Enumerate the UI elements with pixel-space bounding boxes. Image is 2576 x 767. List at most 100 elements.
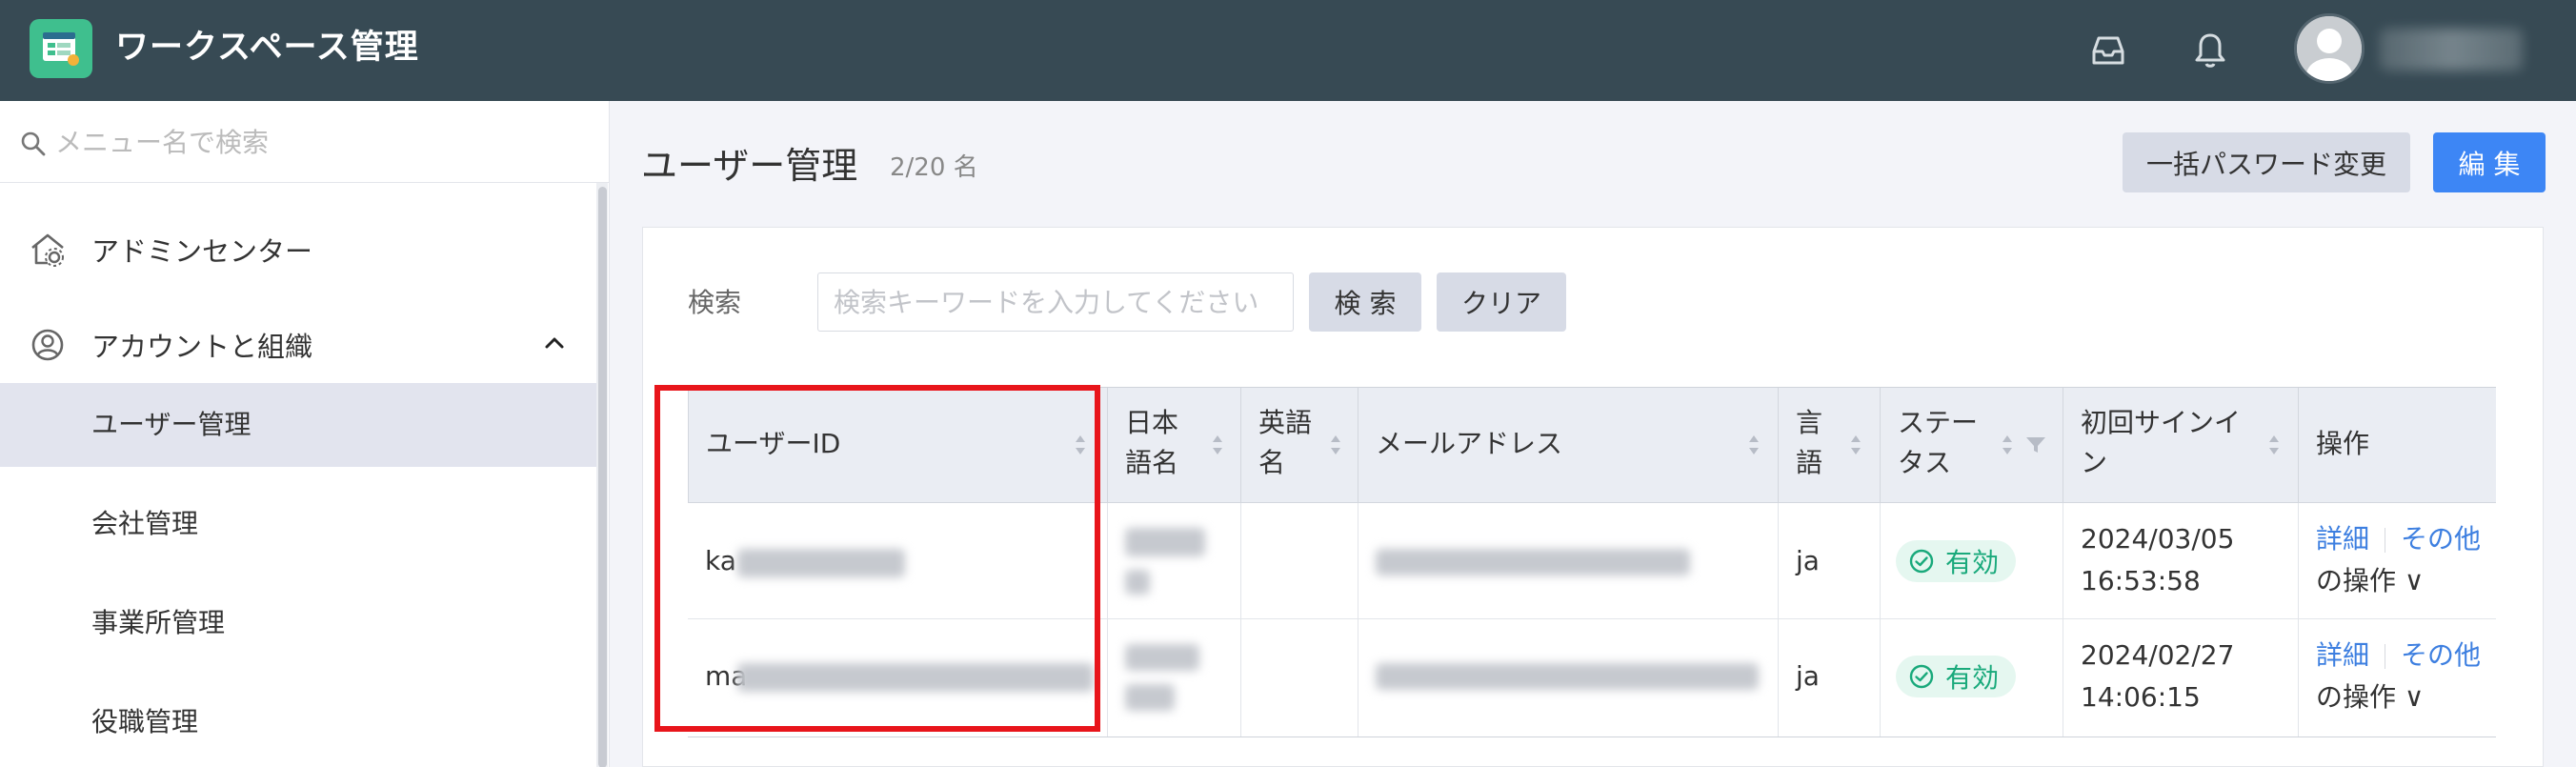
column-header-label: 初回サインイ (2081, 407, 2242, 438)
more-actions-dropdown[interactable]: の操作 ∨ (2316, 676, 2424, 718)
sort-icon[interactable] (2267, 432, 2281, 458)
column-header-japanese-name[interactable]: 日本 語名 (1108, 388, 1241, 503)
column-header-label: 日本 (1125, 407, 1179, 438)
status-text: 有効 (1945, 547, 2000, 578)
edit-button[interactable]: 編 集 (2433, 132, 2546, 192)
sidebar-scrollbar-thumb[interactable] (598, 187, 607, 767)
column-header-label: ユーザーID (706, 428, 841, 459)
table-cell-status: 有効 (1881, 503, 2063, 619)
workspace-logo-icon[interactable] (30, 19, 92, 78)
blurred-japanese-name (1125, 644, 1199, 671)
column-header-label: 語名 (1125, 447, 1179, 478)
sidebar-item-account-org[interactable]: アカウントと組織 (0, 303, 596, 387)
column-header-label: 名 (1258, 447, 1286, 478)
column-header-label: タス (1898, 447, 1952, 478)
status-badge: 有効 (1896, 656, 2017, 697)
user-avatar-icon[interactable] (2294, 13, 2365, 84)
language-value: ja (1796, 545, 1820, 576)
column-header-label: 語 (1796, 447, 1823, 478)
blurred-japanese-name (1125, 528, 1205, 556)
language-value: ja (1796, 660, 1820, 692)
sidebar-item-company-management[interactable]: 会社管理 (0, 482, 596, 566)
column-header-label: ステー (1898, 407, 1979, 438)
search-button[interactable]: 検 索 (1309, 272, 1421, 332)
table-cell-actions: 詳細 その他 の操作 ∨ (2299, 503, 2496, 619)
column-header-label: 言 (1796, 407, 1823, 438)
column-header-label: 英語 (1258, 407, 1313, 438)
first-signin-date: 2024/03/05 (2081, 523, 2235, 555)
table-cell-japanese-name (1108, 503, 1241, 619)
status-text: 有効 (1945, 662, 2000, 694)
table-cell-language: ja (1779, 619, 1881, 737)
blurred-user-id (737, 549, 905, 577)
blurred-email (1376, 549, 1690, 575)
inbox-icon[interactable] (2083, 25, 2134, 76)
table-cell-english-name (1241, 619, 1358, 737)
actions-line: 詳細 その他 (2316, 635, 2481, 676)
bell-icon[interactable] (2184, 25, 2236, 76)
search-icon (21, 131, 46, 156)
username-blurred[interactable] (2380, 29, 2523, 71)
blurred-japanese-name (1125, 570, 1150, 595)
details-link[interactable]: 詳細 (2316, 639, 2369, 671)
sidebar-item-office-management[interactable]: 事業所管理 (0, 581, 596, 665)
check-circle-icon (1909, 549, 1934, 574)
column-header-label: 操作 (2316, 428, 2370, 459)
table-cell-user-id: ma (688, 619, 1108, 737)
account-icon (31, 329, 64, 361)
column-header-first-signin[interactable]: 初回サインイ ン (2063, 388, 2299, 503)
sidebar: アドミンセンター アカウントと組織 ユーザー管理 会社管理 事業所管理 役職管理 (0, 101, 610, 767)
table-cell-email (1358, 619, 1779, 737)
table-cell-email (1358, 503, 1779, 619)
blurred-japanese-name (1125, 684, 1175, 711)
sidebar-item-position-management[interactable]: 役職管理 (0, 680, 596, 764)
table-cell-actions: 詳細 その他 の操作 ∨ (2299, 619, 2496, 737)
bulk-password-change-button[interactable]: 一括パスワード変更 (2123, 132, 2410, 192)
app-title: ワークスペース管理 (115, 29, 419, 67)
chevron-up-icon[interactable] (543, 332, 566, 354)
more-actions-link[interactable]: その他 (2401, 523, 2481, 555)
sidebar-search-input[interactable] (55, 118, 589, 166)
sort-icon[interactable] (1849, 432, 1862, 458)
actions-line: 詳細 その他 (2316, 518, 2481, 560)
sort-icon[interactable] (1074, 432, 1087, 458)
more-actions-link[interactable]: その他 (2401, 639, 2481, 671)
column-header-label: ン (2081, 447, 2108, 478)
sort-icon[interactable] (1747, 432, 1761, 458)
column-header-user-id[interactable]: ユーザーID (688, 388, 1108, 503)
column-header-language[interactable]: 言 語 (1779, 388, 1881, 503)
user-count: 2/20 名 (890, 153, 978, 182)
table-cell-first-signin: 2024/02/27 14:06:15 (2063, 619, 2299, 737)
column-header-email[interactable]: メールアドレス (1358, 388, 1779, 503)
first-signin-time: 14:06:15 (2081, 681, 2201, 713)
first-signin-time: 16:53:58 (2081, 565, 2201, 596)
sidebar-search (0, 101, 610, 183)
column-header-actions: 操作 (2299, 388, 2496, 503)
admin-center-icon (31, 233, 64, 267)
sidebar-item-user-management[interactable]: ユーザー管理 (0, 383, 596, 467)
sort-icon[interactable] (2001, 432, 2014, 458)
more-actions-dropdown[interactable]: の操作 ∨ (2316, 560, 2424, 602)
user-table: ユーザーID 日本 語名 英語 名 メールアドレス 言 語 ステー タス 初回サ… (688, 387, 2496, 737)
sort-icon[interactable] (1329, 432, 1342, 458)
table-cell-first-signin: 2024/03/05 16:53:58 (2063, 503, 2299, 619)
filter-icon[interactable] (2025, 435, 2046, 454)
details-link[interactable]: 詳細 (2316, 523, 2369, 555)
blurred-user-id (737, 663, 1094, 692)
sidebar-item-label: 役職管理 (91, 706, 199, 737)
sidebar-item-label: 会社管理 (91, 508, 199, 539)
top-header: ワークスペース管理 (0, 0, 2576, 101)
clear-button[interactable]: クリア (1437, 272, 1566, 332)
sort-icon[interactable] (1211, 432, 1224, 458)
column-header-status[interactable]: ステー タス (1881, 388, 2063, 503)
table-cell-status: 有効 (1881, 619, 2063, 737)
sidebar-item-label: ユーザー管理 (91, 409, 252, 440)
keyword-search-input[interactable] (817, 272, 1294, 332)
blurred-email (1376, 663, 1759, 690)
sidebar-item-admin-center[interactable]: アドミンセンター (0, 208, 596, 292)
sidebar-item-label: アドミンセンター (91, 235, 313, 268)
sidebar-item-label: 事業所管理 (91, 607, 226, 638)
table-cell-english-name (1241, 503, 1358, 619)
table-cell-language: ja (1779, 503, 1881, 619)
column-header-english-name[interactable]: 英語 名 (1241, 388, 1358, 503)
